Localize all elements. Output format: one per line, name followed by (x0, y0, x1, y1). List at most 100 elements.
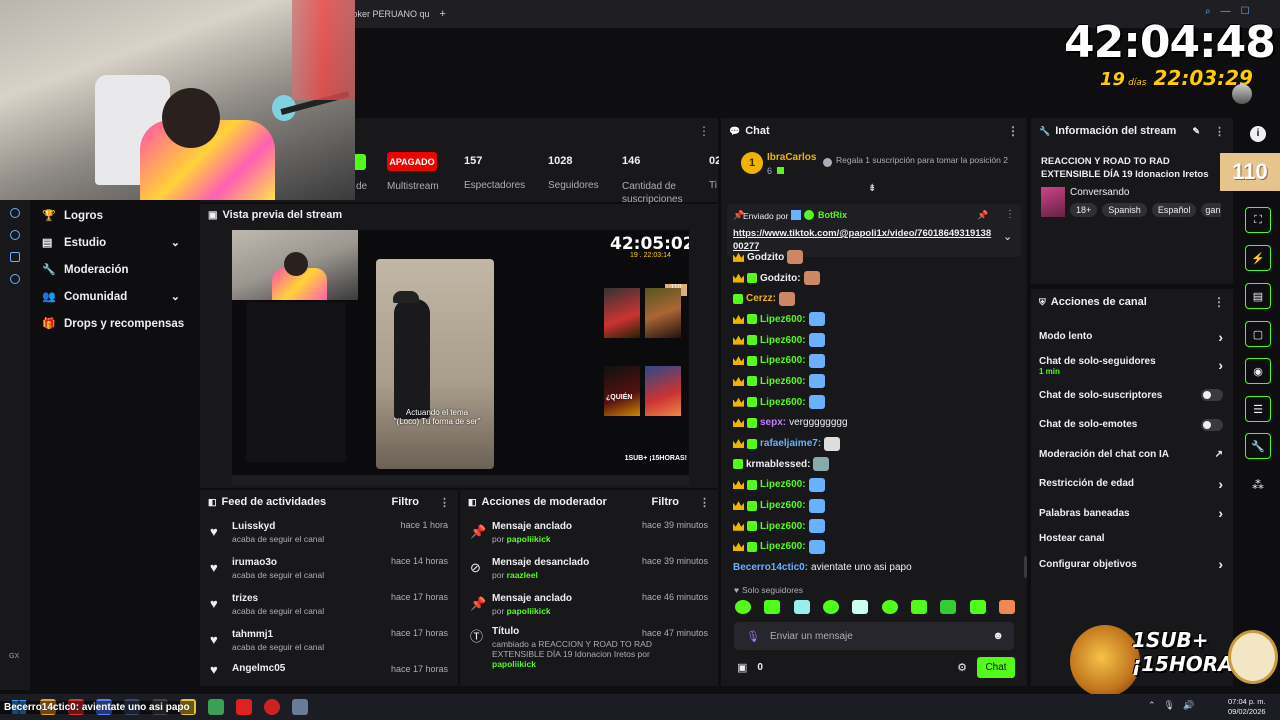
stats-menu-icon[interactable]: ⋮ (698, 124, 710, 138)
sidebar-item-drops[interactable]: 🎁 Drops y recompensas (0, 310, 200, 337)
mod-item[interactable]: ⊘ hace 39 minutos Mensaje desanclado por… (460, 550, 718, 586)
chat-username[interactable]: Becerro14ctic0: (733, 562, 808, 573)
emote-icon[interactable] (764, 600, 781, 614)
chat-username[interactable]: Lipez600: (760, 541, 806, 552)
record-app-icon[interactable] (236, 699, 252, 715)
sidebar-item-logros[interactable]: 🏆 Logros (0, 202, 200, 229)
emote-icon[interactable] (822, 600, 839, 614)
chat-username[interactable]: Godzito (747, 252, 784, 263)
chat-username[interactable]: Lipez600: (760, 397, 806, 408)
sidebar-item-estudio[interactable]: ▤ Estudio ⌄ (0, 229, 200, 256)
status-badge[interactable]: APAGADO (387, 152, 437, 171)
chat-username[interactable]: Cerzz: (746, 293, 776, 304)
chat-menu-icon[interactable]: ⋮ (1007, 124, 1019, 138)
emote-icon[interactable] (998, 600, 1015, 614)
info-icon[interactable]: i (1250, 126, 1266, 142)
clip-icon[interactable]: ⛶ (1245, 207, 1271, 233)
emote-icon[interactable] (852, 600, 869, 614)
chat-message[interactable]: sepx: vergggggggg (733, 413, 1019, 434)
chat-message[interactable]: Lipez600: (733, 495, 1019, 516)
feed-item[interactable]: ♥ hace 14 horas irumao3o acaba de seguir… (200, 550, 458, 586)
mod-by-user[interactable]: raazleel (507, 570, 538, 580)
chat-username[interactable]: rafaeljaime7: (760, 438, 821, 449)
chat-username[interactable]: Lipez600: (760, 376, 806, 387)
preview-video[interactable]: Actuando el tema "(Loco) Tu forma de ser… (232, 230, 689, 485)
chat-message[interactable]: Godzito: (733, 268, 1019, 289)
action-slow-mode[interactable]: Modo lento › (1031, 322, 1233, 351)
chat-message[interactable]: rafaeljaime7: (733, 433, 1019, 454)
chat-username[interactable]: Lipez600: (760, 521, 806, 532)
clock[interactable]: 07:04 p. m. 09/02/2026 (1228, 697, 1266, 717)
mic-icon[interactable]: 🎙 (746, 630, 760, 643)
mod-by-user[interactable]: papoliikick (507, 606, 551, 616)
emotes-only-toggle[interactable] (1201, 418, 1223, 431)
mod-by-user[interactable]: papoliikick (492, 659, 536, 669)
action-host-channel[interactable]: Hostear canal (1031, 528, 1233, 550)
tag-chip[interactable]: gan (1201, 203, 1222, 217)
chat-message[interactable]: Lipez600: (733, 330, 1019, 351)
sidebar-item-comunidad[interactable]: 👥 Comunidad ⌄ (0, 283, 200, 310)
tag-chip[interactable]: Spanish (1102, 203, 1147, 217)
points-icon[interactable]: ▣ (737, 661, 747, 674)
emote-icon[interactable] (969, 600, 986, 614)
action-age-restriction[interactable]: Restricción de edad › (1031, 469, 1233, 498)
chat-username[interactable]: Lipez600: (760, 335, 806, 346)
action-followers-only[interactable]: Chat de solo-seguidores 1 min › (1031, 351, 1233, 380)
pinned-menu-icon[interactable]: ⋮ (1005, 209, 1015, 220)
feed-item[interactable]: ♥ hace 17 horas trizes acaba de seguir e… (200, 586, 458, 622)
opera-app-icon[interactable] (264, 699, 280, 715)
feed-item[interactable]: ♥ hace 17 horas tahmmj1 acaba de seguir … (200, 622, 458, 658)
feed-item[interactable]: ♥ hace 17 horas Angelmc05 (200, 658, 458, 682)
action-ai-moderation[interactable]: Moderación del chat con IA ↗ (1031, 440, 1233, 469)
action-emotes-only[interactable]: Chat de solo-emotes (1031, 410, 1233, 439)
settings-app-icon[interactable] (292, 699, 308, 715)
chat-input[interactable]: 🎙 Enviar un mensaje ☻ (734, 622, 1014, 650)
emote-icon[interactable] (940, 600, 957, 614)
chat-bubble-icon[interactable]: ▢ (1245, 321, 1271, 347)
chat-message[interactable]: Lipez600: (733, 392, 1019, 413)
chevron-down-icon[interactable]: ⌄ (1003, 230, 1012, 243)
volume-icon[interactable]: 🔊 (1183, 700, 1194, 711)
tag-chip[interactable]: 18+ (1070, 203, 1098, 217)
send-chat-button[interactable]: Chat (977, 656, 1015, 678)
sidebar-item-moderacion[interactable]: 🔧 Moderación (0, 256, 200, 283)
gear-icon[interactable]: ⚙ (957, 661, 967, 674)
emote-icon[interactable] (910, 600, 927, 614)
mic-tray-icon[interactable]: 🎙 (1164, 700, 1175, 711)
chat-username[interactable]: sepx: (760, 417, 786, 428)
chat-username[interactable]: krmablessed: (746, 459, 810, 470)
chat-message[interactable]: Lipez600: (733, 475, 1019, 496)
feed-menu-icon[interactable]: ⋮ (439, 496, 450, 509)
streaminfo-menu-icon[interactable]: ⋮ (1214, 125, 1225, 138)
mod-item[interactable]: Ⓣ hace 47 minutos Título cambiado a REAC… (460, 622, 718, 670)
action-goals[interactable]: Configurar objetivos › (1031, 550, 1233, 579)
chat-message[interactable]: Lipez600: (733, 516, 1019, 537)
mod-filter-button[interactable]: Filtro (652, 496, 680, 508)
gamepad-app-icon[interactable] (208, 699, 224, 715)
category-name[interactable]: Conversando (1070, 187, 1129, 198)
gift-leaderboard[interactable]: 1 IbraCarlos 6 Regala 1 suscripción para… (741, 150, 1011, 180)
mod-menu-icon[interactable]: ⋮ (699, 496, 710, 509)
chat-message[interactable]: krmablessed: (733, 454, 1019, 475)
chat-message[interactable]: Lipez600: (733, 537, 1019, 558)
category-thumbnail[interactable] (1041, 187, 1065, 217)
browser-tab[interactable]: toker PERUANO qu + (350, 5, 460, 23)
emote-icon[interactable] (881, 600, 898, 614)
bolt-icon[interactable]: ⚡ (1245, 245, 1271, 271)
pinned-user[interactable]: BotRix (818, 210, 847, 220)
chat-message[interactable]: Lipez600: (733, 309, 1019, 330)
emote-icon[interactable] (735, 600, 751, 614)
emote-icon[interactable] (793, 600, 810, 614)
chat-username[interactable]: Godzito: (760, 273, 801, 284)
collapse-icon[interactable]: ⇟ (868, 183, 876, 194)
clipboard-icon[interactable]: ▤ (1245, 283, 1271, 309)
mod-item[interactable]: 📌 hace 46 minutos Mensaje anclado por pa… (460, 586, 718, 622)
feed-filter-button[interactable]: Filtro (392, 496, 420, 508)
chat-username[interactable]: Lipez600: (760, 355, 806, 366)
chat-username[interactable]: Lipez600: (760, 500, 806, 511)
layers-icon[interactable]: ☰ (1245, 396, 1271, 422)
gift-user[interactable]: IbraCarlos (767, 152, 816, 163)
tag-chip[interactable]: Español (1151, 203, 1197, 217)
chevron-down-icon[interactable]: ⌄ (171, 236, 180, 249)
chat-message[interactable]: Lipez600: (733, 350, 1019, 371)
